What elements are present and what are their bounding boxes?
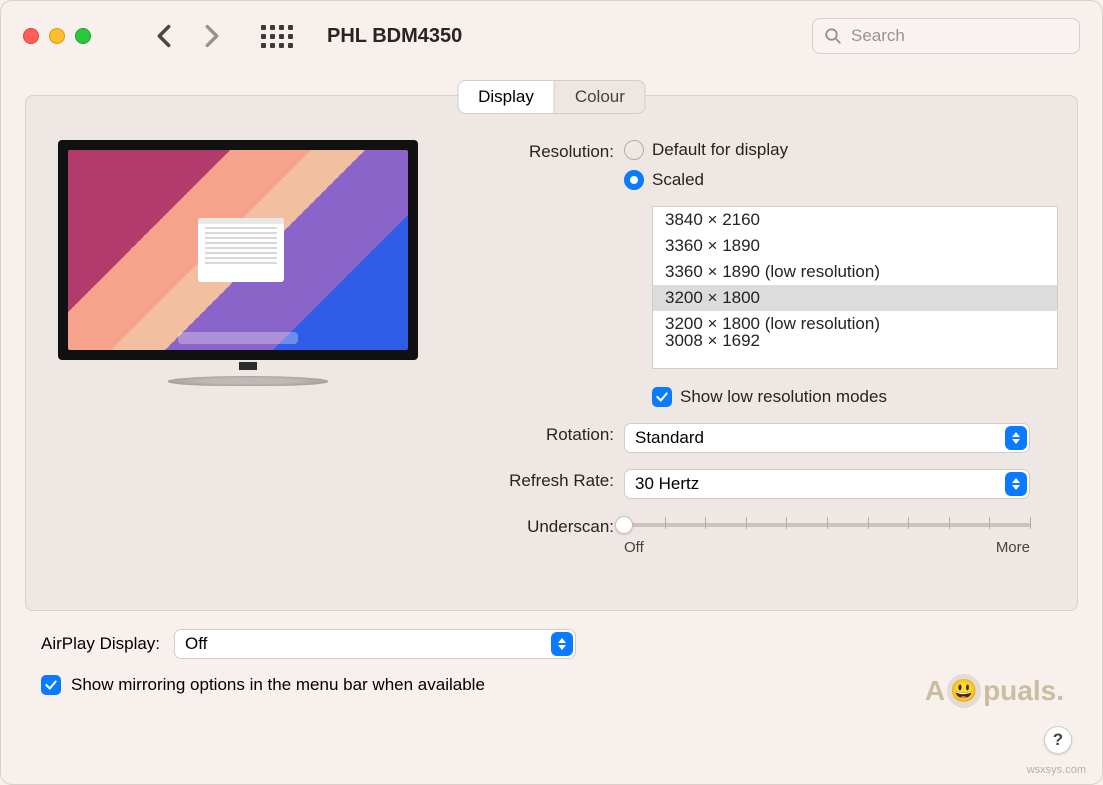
zoom-window-button[interactable] xyxy=(75,28,91,44)
resolution-radio-group: Default for display Scaled 3840 × 2160 3… xyxy=(624,140,1058,407)
resolution-option-selected[interactable]: 3200 × 1800 xyxy=(653,285,1057,311)
show-low-res-row[interactable]: Show low resolution modes xyxy=(652,387,1058,407)
bottom-section: AirPlay Display: Off Show mirroring opti… xyxy=(1,623,1102,705)
settings-form: Resolution: Default for display Scaled 3… xyxy=(464,140,1058,556)
airplay-label: AirPlay Display: xyxy=(41,634,160,654)
airplay-select[interactable]: Off xyxy=(174,629,576,659)
resolution-label: Resolution: xyxy=(464,140,614,162)
underscan-off-label: Off xyxy=(624,539,644,556)
forward-button[interactable] xyxy=(205,24,219,48)
display-panel: Display Colour xyxy=(25,95,1078,611)
underscan-slider[interactable]: Off More xyxy=(624,515,1030,556)
close-window-button[interactable] xyxy=(23,28,39,44)
slider-knob[interactable] xyxy=(615,516,633,534)
monitor-preview xyxy=(58,140,438,556)
radio-default[interactable] xyxy=(624,140,644,160)
show-low-res-checkbox[interactable] xyxy=(652,387,672,407)
tab-colour[interactable]: Colour xyxy=(555,81,645,113)
underscan-more-label: More xyxy=(996,539,1030,556)
mirroring-checkbox[interactable] xyxy=(41,675,61,695)
window-title: PHL BDM4350 xyxy=(327,25,462,48)
traffic-lights xyxy=(23,28,91,44)
minimize-window-button[interactable] xyxy=(49,28,65,44)
source-note: wsxsys.com xyxy=(1027,764,1086,776)
airplay-value: Off xyxy=(185,634,207,654)
resolution-option[interactable]: 3360 × 1890 (low resolution) xyxy=(653,259,1057,285)
radio-default-label: Default for display xyxy=(652,140,788,160)
rotation-value: Standard xyxy=(635,428,704,448)
search-input[interactable] xyxy=(812,18,1080,54)
refresh-label: Refresh Rate: xyxy=(464,469,614,491)
monitor-stand xyxy=(178,362,318,386)
tab-display[interactable]: Display xyxy=(458,81,555,113)
mirroring-label: Show mirroring options in the menu bar w… xyxy=(71,675,485,695)
airplay-row: AirPlay Display: Off xyxy=(41,629,1078,659)
show-low-res-label: Show low resolution modes xyxy=(680,387,887,407)
stepper-icon xyxy=(551,632,573,656)
radio-scaled-row[interactable]: Scaled xyxy=(624,170,1058,190)
resolution-option[interactable]: 3360 × 1890 xyxy=(653,233,1057,259)
search-wrap xyxy=(812,18,1080,54)
refresh-select[interactable]: 30 Hertz xyxy=(624,469,1030,499)
mini-window xyxy=(198,218,284,282)
search-icon xyxy=(824,27,842,45)
dock-icon xyxy=(178,332,298,344)
resolution-list[interactable]: 3840 × 2160 3360 × 1890 3360 × 1890 (low… xyxy=(652,206,1058,369)
display-tabs: Display Colour xyxy=(457,80,646,114)
back-button[interactable] xyxy=(157,24,171,48)
monitor-screen xyxy=(68,150,408,350)
radio-default-row[interactable]: Default for display xyxy=(624,140,1058,160)
check-icon xyxy=(655,390,669,404)
underscan-label: Underscan: xyxy=(464,515,614,537)
window-toolbar: PHL BDM4350 xyxy=(1,1,1102,71)
mirroring-row[interactable]: Show mirroring options in the menu bar w… xyxy=(41,675,1078,695)
stepper-icon xyxy=(1005,426,1027,450)
stepper-icon xyxy=(1005,472,1027,496)
show-all-prefs-button[interactable] xyxy=(261,25,293,48)
radio-scaled[interactable] xyxy=(624,170,644,190)
nav-arrows xyxy=(157,24,219,48)
help-button[interactable]: ? xyxy=(1044,726,1072,754)
resolution-option[interactable]: 3008 × 1692 xyxy=(653,331,1057,346)
radio-scaled-label: Scaled xyxy=(652,170,704,190)
rotation-label: Rotation: xyxy=(464,423,614,445)
refresh-value: 30 Hertz xyxy=(635,474,699,494)
rotation-select[interactable]: Standard xyxy=(624,423,1030,453)
resolution-option[interactable]: 3840 × 2160 xyxy=(653,207,1057,233)
monitor-frame xyxy=(58,140,418,360)
check-icon xyxy=(44,678,58,692)
